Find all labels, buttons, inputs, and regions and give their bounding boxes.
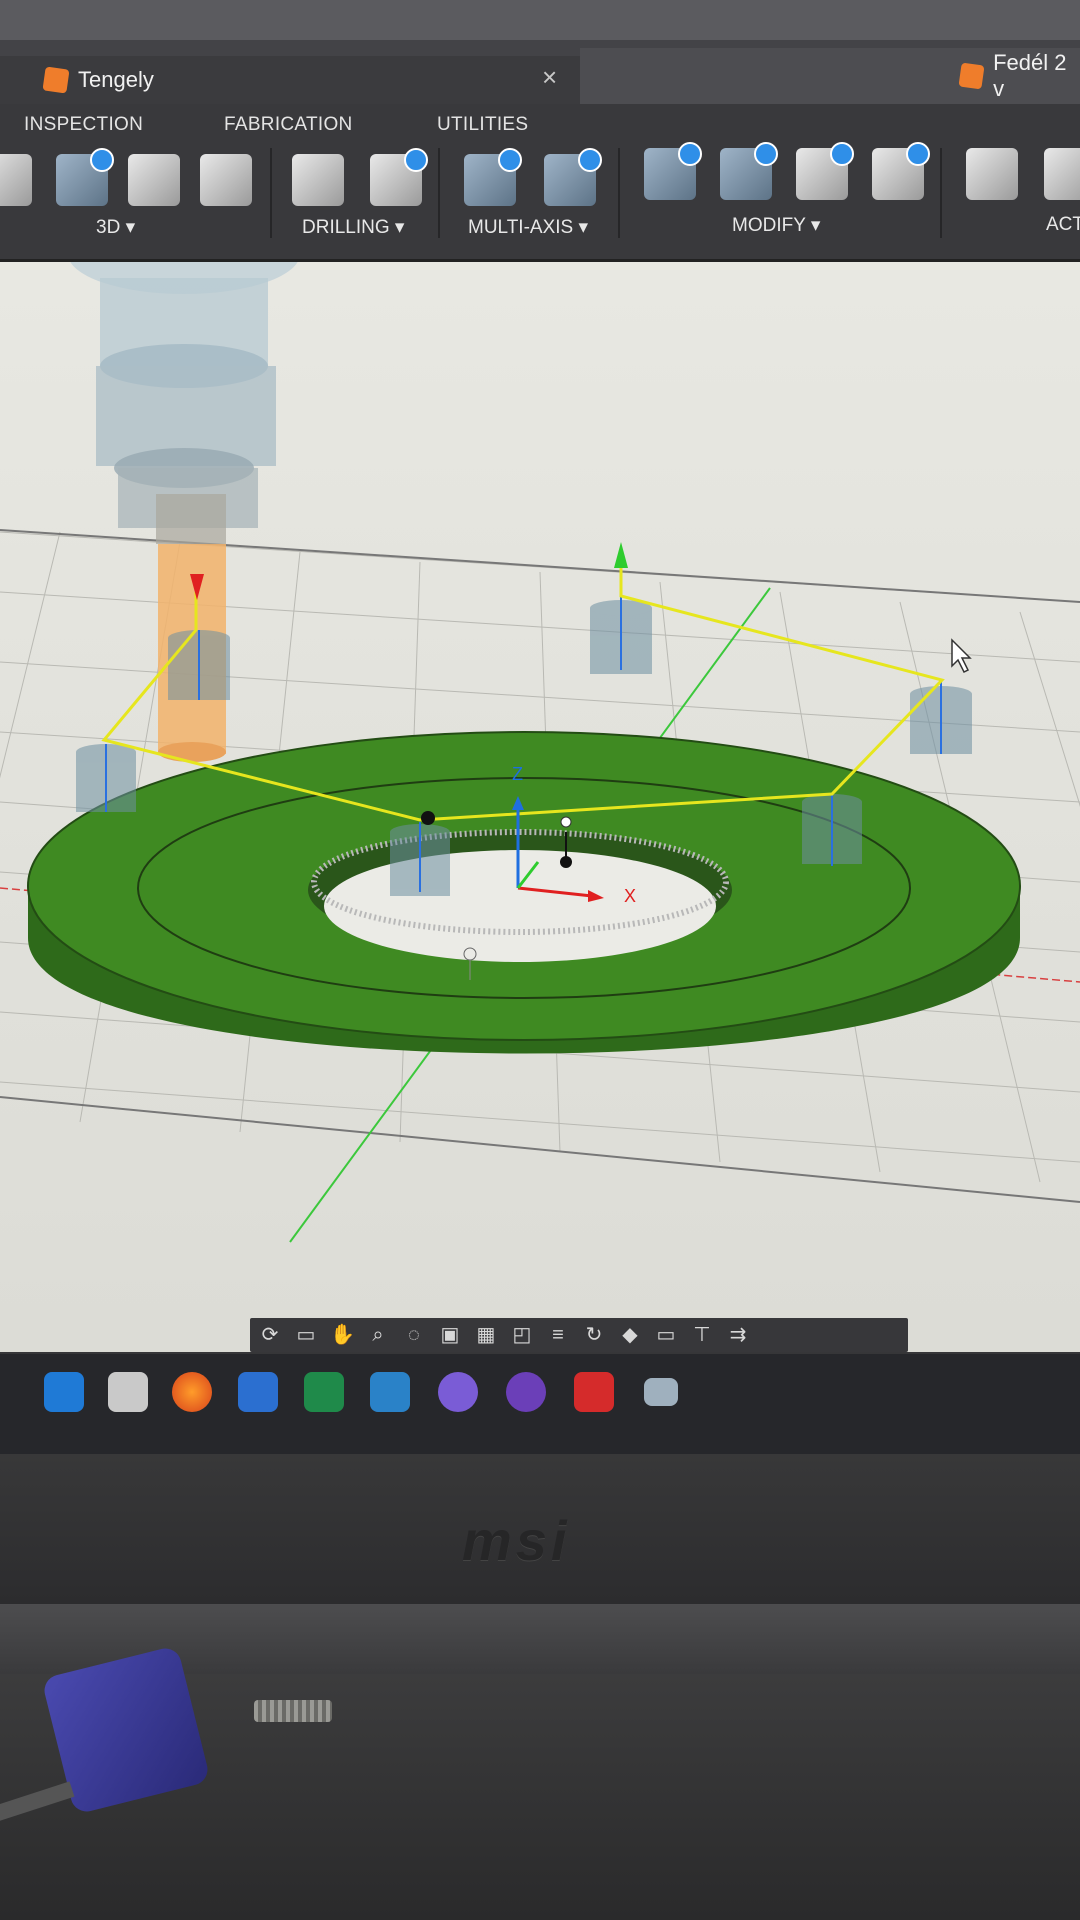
delete-toolpath-icon[interactable] [720, 142, 778, 200]
scene: Z X [0, 262, 1080, 1243]
tab-tengely[interactable]: Tengely [0, 56, 580, 104]
3d-contour-icon[interactable] [128, 154, 180, 206]
menu-fabrication[interactable]: FABRICATION [224, 114, 353, 136]
photo: Tengely × Fedél 2 v INSPECTION FABRICATI… [0, 0, 1080, 1920]
viber-icon[interactable] [438, 1372, 478, 1412]
canvas-viewport[interactable]: Z X [0, 262, 1080, 1352]
simulate-icon[interactable] [966, 148, 1018, 200]
network-icon[interactable] [644, 1378, 678, 1406]
taskbar [0, 1354, 1080, 1454]
badge-icon [754, 142, 778, 166]
trim-icon[interactable] [796, 142, 854, 200]
firefox-icon[interactable] [172, 1372, 212, 1412]
retract-point [421, 811, 435, 825]
badge-icon [498, 148, 522, 172]
badge-icon [578, 148, 602, 172]
drill-thread-icon[interactable] [370, 148, 428, 206]
rotate-icon[interactable]: ↻ [582, 1324, 606, 1346]
cube-icon [958, 62, 985, 90]
group-actions[interactable]: ACT [1046, 214, 1080, 236]
ccleaner-icon[interactable] [370, 1372, 410, 1412]
navigation-bar: ⟳ ▭ ✋ ⌕ ◌ ▣ ▦ ◰ ≡ ↻ ◆ ▭ ⊤ ⇉ [250, 1318, 908, 1352]
arrows-icon[interactable]: ⇉ [726, 1324, 750, 1346]
move-icon[interactable] [872, 142, 930, 200]
badge-icon [830, 142, 854, 166]
menu-inspection[interactable]: INSPECTION [24, 114, 143, 136]
tool-icon[interactable]: ⊤ [690, 1324, 714, 1346]
window-icon[interactable]: ▭ [654, 1324, 678, 1346]
fit-icon[interactable]: ◌ [402, 1324, 426, 1346]
group-3d[interactable]: 3D ▾ [96, 216, 135, 239]
tab-fedel[interactable]: Fedél 2 v [580, 48, 1080, 104]
post-process-icon[interactable] [1044, 148, 1080, 200]
3d-scallop-icon[interactable] [200, 154, 252, 206]
tab-label: Fedél 2 v [993, 50, 1067, 101]
view-cube-icon[interactable]: ◆ [618, 1324, 642, 1346]
screw [254, 1700, 332, 1722]
acrobat-icon[interactable] [574, 1372, 614, 1412]
swarf-icon[interactable] [544, 148, 602, 206]
axis-x-label: X [624, 886, 636, 906]
tab-label: Tengely [78, 67, 154, 92]
display-icon[interactable]: ▣ [438, 1324, 462, 1346]
drill-icon[interactable] [292, 154, 344, 206]
divider [270, 148, 272, 238]
cube-icon [42, 66, 70, 94]
tab-bar: Tengely × Fedél 2 v [0, 40, 1080, 104]
snipping-tool-icon[interactable] [108, 1372, 148, 1412]
badge-icon [678, 142, 702, 166]
multi-axis-icon[interactable] [464, 148, 522, 206]
grid-icon[interactable]: ▦ [474, 1324, 498, 1346]
screen-bezel [0, 0, 1080, 40]
badge-icon [90, 148, 114, 172]
snap-icon[interactable]: ◰ [510, 1324, 534, 1346]
orbit-icon[interactable]: ⟳ [258, 1324, 282, 1346]
toolbar: INSPECTION FABRICATION UTILITIES 3D ▾ DR… [0, 104, 1080, 262]
axis-z-label: Z [512, 764, 523, 784]
tor-icon[interactable] [506, 1372, 546, 1412]
close-icon[interactable]: × [542, 62, 557, 93]
zoom-icon[interactable]: ⌕ [366, 1324, 390, 1346]
layout-icon[interactable]: ≡ [546, 1324, 570, 1346]
end-arrow-icon [614, 542, 628, 568]
group-drilling[interactable]: DRILLING ▾ [302, 216, 404, 239]
badge-icon [404, 148, 428, 172]
3d-face-icon[interactable] [0, 154, 32, 206]
vscode-icon[interactable] [44, 1372, 84, 1412]
ring-part [27, 731, 1021, 1054]
cursor-icon [951, 638, 972, 674]
brand-logo: msi [462, 1509, 571, 1572]
divider [940, 148, 942, 238]
divider [438, 148, 440, 238]
3d-adaptive-icon[interactable] [56, 148, 114, 206]
group-multi-axis[interactable]: MULTI-AXIS ▾ [468, 216, 588, 239]
pan-icon[interactable]: ✋ [330, 1324, 355, 1346]
excel-icon[interactable] [304, 1372, 344, 1412]
edit-toolpath-icon[interactable] [644, 142, 702, 200]
badge-icon [906, 142, 930, 166]
divider [618, 148, 620, 238]
look-at-icon[interactable]: ▭ [294, 1324, 318, 1346]
word-icon[interactable] [238, 1372, 278, 1412]
menu-utilities[interactable]: UTILITIES [437, 114, 528, 136]
group-modify[interactable]: MODIFY ▾ [732, 214, 820, 237]
